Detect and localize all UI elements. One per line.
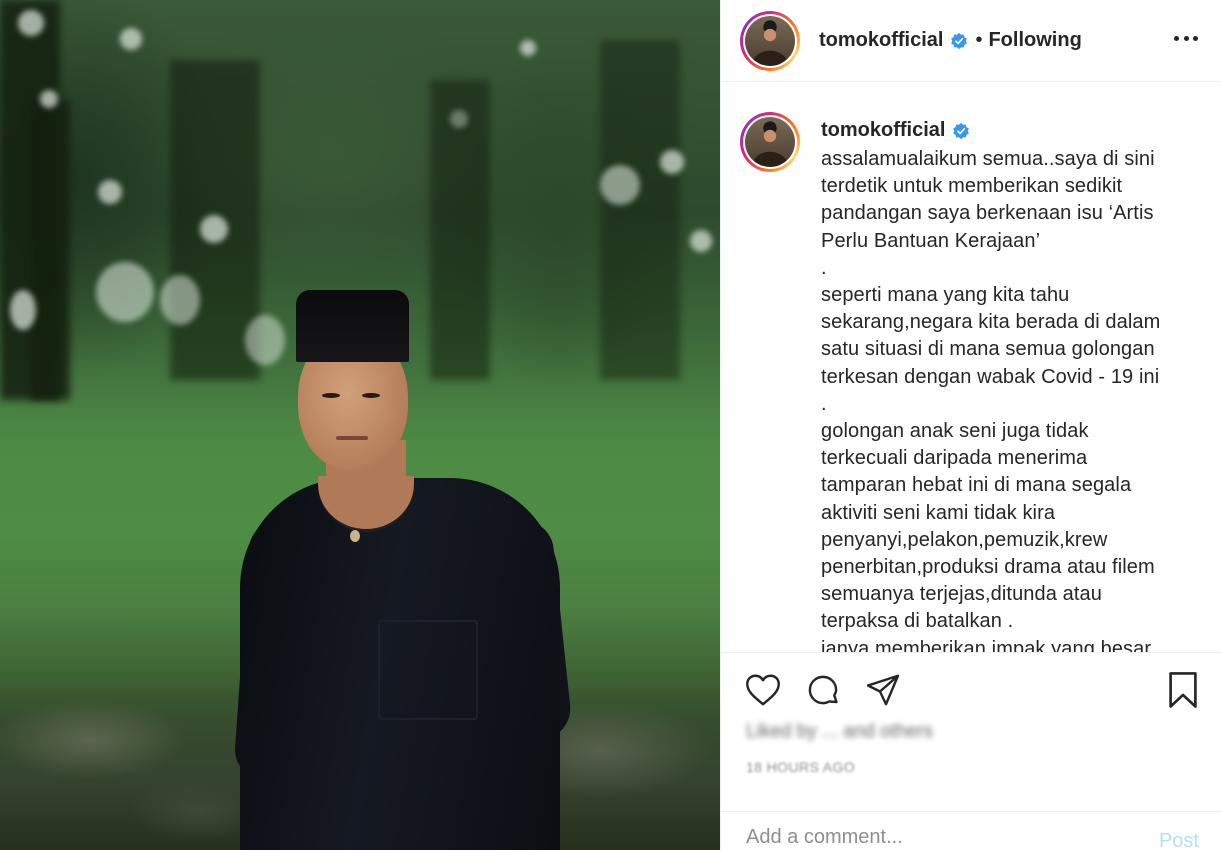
caption-author-line: tomokofficial xyxy=(821,119,970,142)
post-header: tomokofficial • Following xyxy=(721,0,1221,82)
comment-input[interactable] xyxy=(746,814,1136,849)
heart-icon[interactable] xyxy=(744,671,782,709)
verified-badge-icon xyxy=(951,32,968,49)
likes-summary[interactable]: Liked by ... and others xyxy=(746,721,1146,749)
verified-badge-icon xyxy=(953,122,970,139)
add-comment-bar: Post xyxy=(721,811,1221,850)
author-avatar[interactable] xyxy=(740,10,800,71)
action-bar: Liked by ... and others 18 HOURS AGO Pos… xyxy=(721,652,1221,850)
author-username[interactable]: tomokofficial xyxy=(819,29,943,52)
post-caption: assalamualaikum semua..saya di sini terd… xyxy=(821,148,1161,652)
separator-dot: • xyxy=(975,29,983,51)
comment-icon[interactable] xyxy=(804,671,842,709)
comments-area[interactable]: tomokofficial assalamualaikum semua..say… xyxy=(721,82,1221,652)
paper-plane-icon[interactable] xyxy=(864,671,902,709)
post-timestamp[interactable]: 18 HOURS AGO xyxy=(746,759,855,775)
follow-status-button[interactable]: Following xyxy=(988,29,1081,52)
caption-author-username[interactable]: tomokofficial xyxy=(821,119,945,142)
caption-author-avatar[interactable] xyxy=(740,112,800,172)
post-photo[interactable] xyxy=(0,0,720,850)
post-side-panel: tomokofficial • Following tomokofficial … xyxy=(720,0,1221,850)
more-options-icon[interactable] xyxy=(1174,26,1198,50)
post-comment-button[interactable]: Post xyxy=(1159,830,1199,850)
bookmark-icon[interactable] xyxy=(1164,671,1202,709)
